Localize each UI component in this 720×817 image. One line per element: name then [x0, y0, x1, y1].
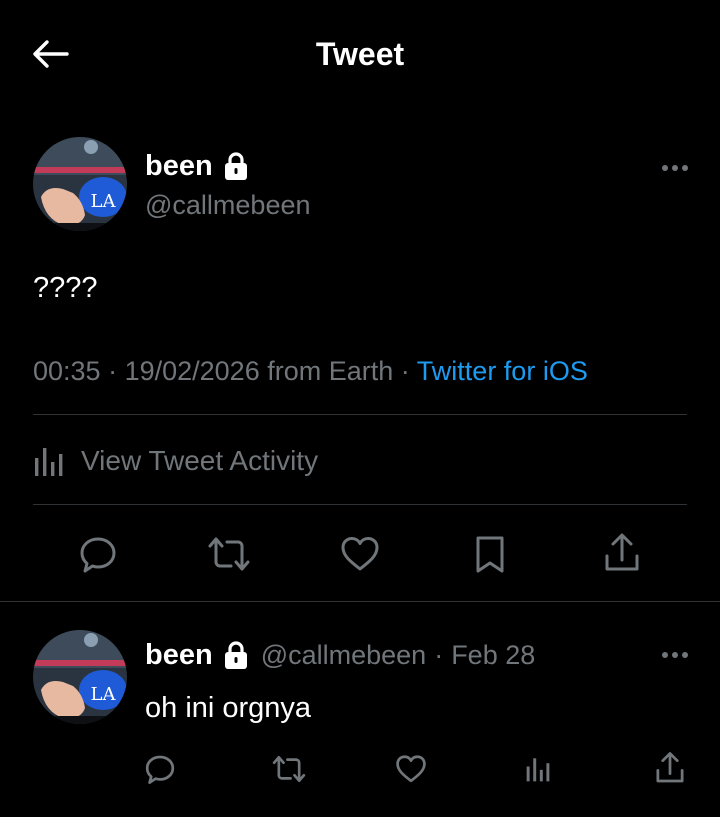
analytics-icon — [35, 448, 63, 476]
reply-author-name[interactable]: been — [145, 639, 213, 672]
retweet-icon — [272, 755, 306, 783]
author-row: been — [145, 148, 249, 184]
page-title: Tweet — [315, 36, 405, 72]
reply-text: oh ini orgnya — [145, 692, 312, 724]
reply-date[interactable]: Feb 28 — [451, 640, 535, 671]
tweet-source-link[interactable]: Twitter for iOS — [417, 356, 588, 386]
reply-author-row: been @callmebeen · Feb 28 — [145, 637, 535, 673]
share-button[interactable] — [600, 530, 644, 576]
tweet-time: 00:35 — [33, 356, 101, 386]
more-icon — [662, 652, 688, 658]
share-icon — [656, 752, 684, 783]
tweet-date: 19/02/2026 — [124, 356, 260, 386]
reply-icon — [145, 755, 175, 784]
tweet-text: ???? — [33, 272, 98, 304]
like-icon — [341, 537, 379, 571]
reply-like-button[interactable] — [393, 752, 429, 786]
analytics-icon — [526, 758, 550, 782]
reply-retweet-button[interactable] — [270, 752, 308, 786]
svg-text:LA: LA — [91, 191, 117, 212]
reply-analytics-button[interactable] — [523, 752, 555, 786]
top-bar: Tweet — [0, 0, 720, 108]
reply-date-separator: · — [434, 639, 444, 670]
retweet-icon — [208, 537, 250, 571]
share-icon — [605, 533, 639, 571]
avatar[interactable]: LA — [33, 137, 127, 231]
bookmark-button[interactable] — [470, 532, 510, 576]
reply-author-handle[interactable]: @callmebeen — [261, 640, 427, 671]
more-icon — [662, 165, 688, 171]
tweet-location: from Earth — [267, 356, 394, 386]
lock-icon — [223, 640, 249, 670]
reply-reply-button[interactable] — [142, 752, 178, 786]
divider — [33, 504, 687, 505]
author-handle[interactable]: @callmebeen — [145, 190, 311, 221]
more-options-button[interactable] — [658, 158, 692, 178]
reply-icon — [80, 537, 116, 573]
divider — [33, 414, 687, 415]
activity-label: View Tweet Activity — [81, 445, 319, 476]
avatar[interactable]: LA — [33, 630, 127, 724]
svg-text:LA: LA — [91, 684, 117, 705]
like-button[interactable] — [338, 532, 382, 576]
view-activity-button[interactable]: View Tweet Activity — [33, 440, 318, 482]
author-name[interactable]: been — [145, 150, 213, 183]
divider — [0, 601, 720, 602]
reply-share-button[interactable] — [652, 750, 688, 786]
retweet-button[interactable] — [205, 532, 253, 576]
like-icon — [396, 755, 426, 783]
lock-icon — [223, 151, 249, 181]
bookmark-icon — [476, 536, 504, 573]
more-options-button[interactable] — [658, 645, 692, 665]
tweet-meta: 00:35 · 19/02/2026 from Earth · Twitter … — [33, 356, 588, 386]
reply-button[interactable] — [76, 532, 120, 576]
